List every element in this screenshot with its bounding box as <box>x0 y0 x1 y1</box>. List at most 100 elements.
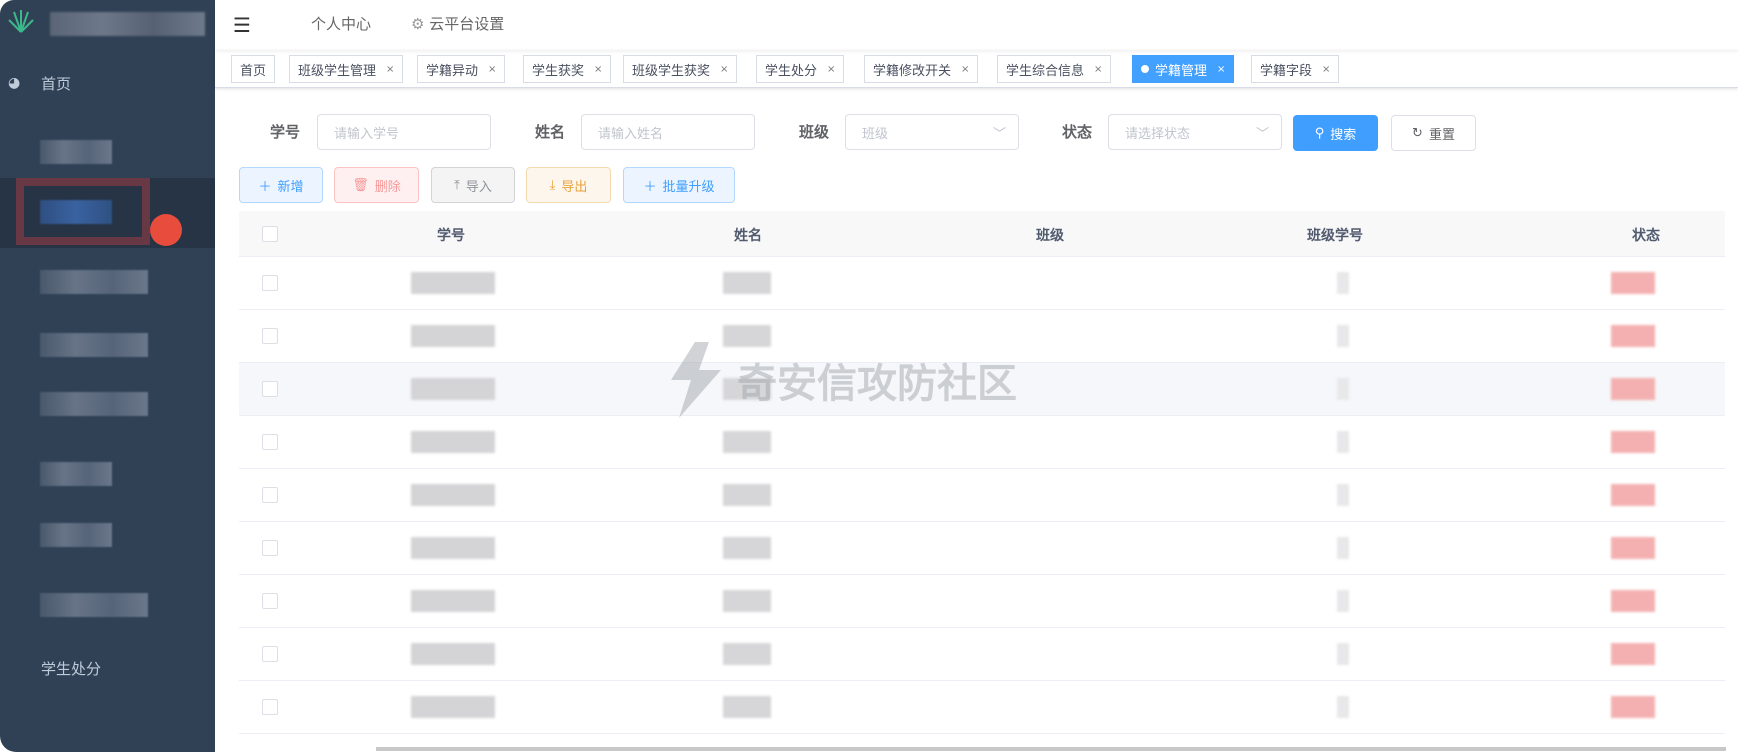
delete-button[interactable]: 🗑 删除 <box>334 167 419 203</box>
close-icon[interactable]: × <box>961 64 969 75</box>
app-window: ◕ 首页 学生处分 ☰ 个人中心 ⚙ 云平台设置 首页 班级学生管理 × 学籍异动 × 学… <box>0 0 1738 752</box>
class-number-cell-redacted <box>1337 484 1349 506</box>
status-tag-redacted <box>1611 325 1655 347</box>
tab-9[interactable]: 学籍字段 × <box>1251 55 1340 83</box>
name-cell-redacted <box>723 696 771 718</box>
column-header-class-number[interactable]: 班级学号 <box>1307 225 1363 245</box>
import-button[interactable]: ⤒ 导入 <box>431 167 515 203</box>
tags-view: 首页 班级学生管理 × 学籍异动 × 学生获奖 × 班级学生获奖 × 学生处分 × 学籍修改开关 × 学生… <box>215 50 1738 88</box>
sidebar-item-redacted[interactable] <box>40 523 112 547</box>
name-cell-redacted <box>723 272 771 294</box>
class-number-cell-redacted <box>1337 537 1349 559</box>
tab-8[interactable]: 学籍管理 × <box>1132 55 1235 83</box>
column-header-status[interactable]: 状态 <box>1632 225 1660 245</box>
gear-icon: ⚙ <box>411 15 425 33</box>
menu-fold-icon[interactable]: ☰ <box>233 13 251 37</box>
tab-label: 学籍修改开关 <box>873 63 952 79</box>
sidebar-item-home[interactable]: ◕ 首页 <box>0 55 215 111</box>
row-checkbox[interactable] <box>262 646 278 662</box>
tab-3[interactable]: 学生获奖 × <box>523 55 612 83</box>
sidebar-item-discipline[interactable]: 学生处分 <box>0 640 215 696</box>
class-number-cell-redacted <box>1337 272 1349 294</box>
tab-label: 学籍异动 <box>426 63 479 79</box>
close-icon[interactable]: × <box>720 64 728 75</box>
row-checkbox[interactable] <box>262 487 278 503</box>
sidebar-item-redacted[interactable] <box>40 333 148 357</box>
sidebar-item-redacted[interactable] <box>40 593 148 617</box>
row-checkbox[interactable] <box>262 540 278 556</box>
column-header-name[interactable]: 姓名 <box>734 225 762 245</box>
class-number-cell-redacted <box>1337 643 1349 665</box>
table-row[interactable] <box>239 257 1725 310</box>
table-row[interactable] <box>239 416 1725 469</box>
close-icon[interactable]: × <box>1094 64 1102 75</box>
status-tag-redacted <box>1611 272 1655 294</box>
class-number-cell-redacted <box>1337 431 1349 453</box>
table-row[interactable] <box>239 628 1725 681</box>
student-id-cell-redacted <box>411 696 495 718</box>
column-header-class[interactable]: 班级 <box>1036 225 1064 245</box>
tab-label: 学籍管理 <box>1155 63 1208 79</box>
name-input[interactable]: 请输入姓名 <box>581 114 755 150</box>
placeholder: 请输入姓名 <box>598 126 664 142</box>
tab-2[interactable]: 学籍异动 × <box>417 55 506 83</box>
table-header: 学号 姓名 班级 班级学号 状态 <box>239 211 1725 257</box>
close-icon[interactable]: × <box>827 64 835 75</box>
cloud-settings-label: 云平台设置 <box>429 15 505 33</box>
name-cell-redacted <box>723 484 771 506</box>
class-number-cell-redacted <box>1337 590 1349 612</box>
row-checkbox[interactable] <box>262 275 278 291</box>
logo-icon <box>8 10 34 33</box>
sidebar-item-label: 首页 <box>41 74 72 93</box>
tab-1[interactable]: 班级学生管理 × <box>289 55 404 83</box>
plus-icon: ＋ <box>643 179 657 195</box>
close-icon[interactable]: × <box>488 64 496 75</box>
column-header-student-id[interactable]: 学号 <box>437 225 465 245</box>
close-icon[interactable]: × <box>594 64 602 75</box>
close-icon[interactable]: × <box>1217 64 1225 75</box>
row-checkbox[interactable] <box>262 328 278 344</box>
sidebar-item-redacted[interactable] <box>40 392 148 416</box>
table-row[interactable] <box>239 681 1725 734</box>
close-icon[interactable]: × <box>386 64 394 75</box>
class-select[interactable]: 班级 ﹀ <box>845 114 1019 150</box>
add-button[interactable]: ＋ 新增 <box>239 167 323 203</box>
status-tag-redacted <box>1611 590 1655 612</box>
active-dot-icon <box>1141 65 1149 73</box>
tab-4[interactable]: 班级学生获奖 × <box>623 55 738 83</box>
table-row[interactable] <box>239 469 1725 522</box>
placeholder: 班级 <box>862 126 889 142</box>
export-button[interactable]: ⤓ 导出 <box>526 167 611 203</box>
tab-label: 班级学生管理 <box>298 63 377 79</box>
horizontal-scrollbar[interactable] <box>376 747 1726 751</box>
close-icon[interactable]: × <box>1322 64 1330 75</box>
table-row[interactable] <box>239 522 1725 575</box>
placeholder: 请选择状态 <box>1125 126 1191 142</box>
student-id-input[interactable]: 请输入学号 <box>317 114 491 150</box>
download-icon: ⤓ <box>549 177 556 193</box>
select-all-checkbox[interactable] <box>262 225 278 242</box>
class-number-cell-redacted <box>1337 696 1349 718</box>
table-row[interactable] <box>239 575 1725 628</box>
row-checkbox[interactable] <box>262 593 278 609</box>
row-checkbox[interactable] <box>262 699 278 715</box>
personal-center-link[interactable]: 个人中心 <box>311 13 371 34</box>
tab-7[interactable]: 学生综合信息 × <box>997 55 1112 83</box>
tab-5[interactable]: 学生处分 × <box>756 55 845 83</box>
reset-button[interactable]: ↻ 重置 <box>1391 115 1476 151</box>
sidebar-item-redacted[interactable] <box>40 140 112 164</box>
tab-0[interactable]: 首页 <box>231 55 276 83</box>
sidebar-item-redacted[interactable] <box>40 462 112 486</box>
upload-icon: ⤒ <box>454 177 460 193</box>
tab-6[interactable]: 学籍修改开关 × <box>864 55 979 83</box>
row-checkbox[interactable] <box>262 381 278 397</box>
status-select[interactable]: 请选择状态 ﹀ <box>1108 114 1282 150</box>
batch-upgrade-button[interactable]: ＋ 批量升级 <box>623 167 735 203</box>
trash-icon: 🗑 <box>352 177 369 193</box>
name-label: 姓名 <box>535 123 566 141</box>
student-id-cell-redacted <box>411 484 495 506</box>
row-checkbox[interactable] <box>262 434 278 450</box>
sidebar-item-redacted[interactable] <box>40 270 148 294</box>
search-button[interactable]: ⚲ 搜索 <box>1293 115 1378 151</box>
cloud-settings-link[interactable]: ⚙ 云平台设置 <box>411 13 504 34</box>
